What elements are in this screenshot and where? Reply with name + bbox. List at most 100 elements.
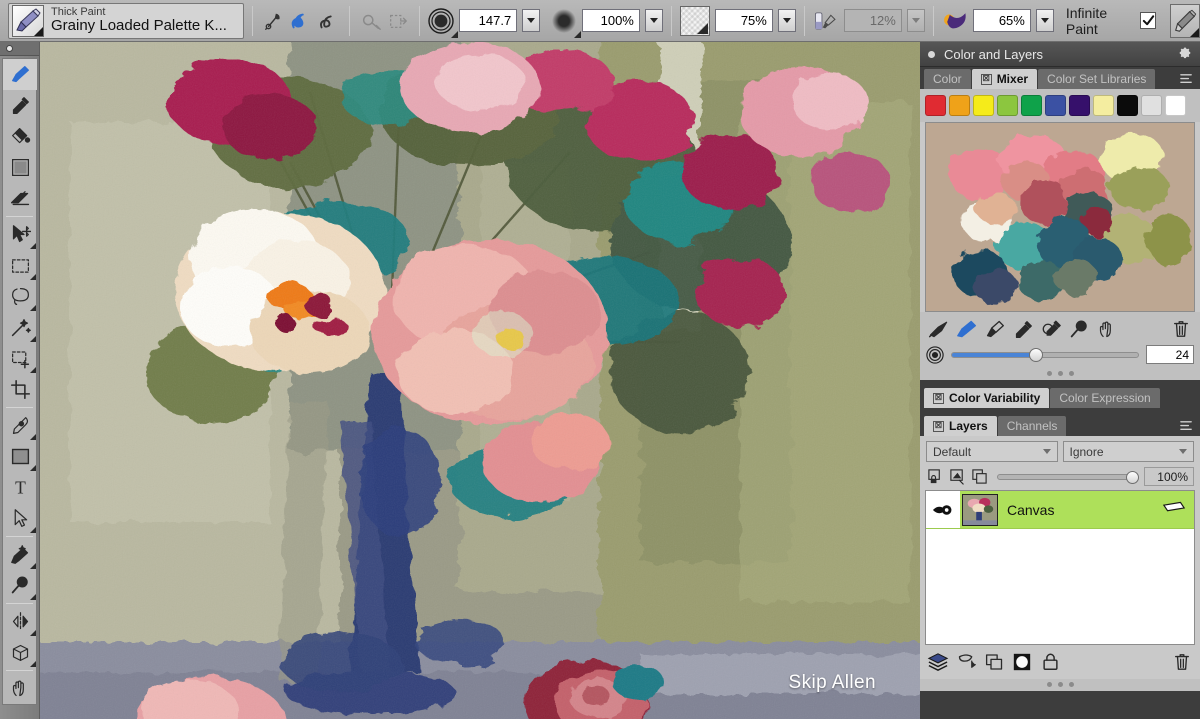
- lock-transparency-icon[interactable]: [926, 467, 945, 486]
- resaturation-input[interactable]: 12%: [844, 9, 902, 32]
- tab-color-expression[interactable]: Color Expression: [1050, 388, 1159, 408]
- grain-control[interactable]: 75%: [680, 6, 796, 36]
- paint-bucket-tool[interactable]: [3, 121, 37, 152]
- freehand-stroke-icon[interactable]: [288, 6, 315, 36]
- dirty-brush-tool[interactable]: [982, 317, 1008, 341]
- repeat-stroke-icon[interactable]: [385, 6, 412, 36]
- pickup-mode-select[interactable]: Ignore: [1063, 441, 1195, 462]
- tool-flyout-arrow-icon[interactable]: [30, 434, 36, 440]
- brush-tool[interactable]: [3, 59, 37, 90]
- tool-flyout-arrow-icon[interactable]: [30, 563, 36, 569]
- magic-wand-tool[interactable]: [3, 312, 37, 343]
- gear-icon[interactable]: [1178, 45, 1192, 64]
- delete-layer-button[interactable]: [1170, 651, 1194, 673]
- layers-resize-dots[interactable]: [920, 679, 1200, 691]
- layer-mask-button[interactable]: [1010, 651, 1034, 673]
- layers-panel-menu-icon[interactable]: [1176, 416, 1196, 435]
- tool-flyout-arrow-icon[interactable]: [30, 465, 36, 471]
- tab-close-icon[interactable]: ☒: [933, 421, 944, 432]
- canvas-area[interactable]: Skip Allen: [40, 42, 920, 719]
- perspective-guides-tool[interactable]: [3, 637, 37, 668]
- palette-knife-tool[interactable]: [926, 317, 952, 341]
- shape-tool[interactable]: [3, 441, 37, 472]
- tab-close-icon[interactable]: ☒: [981, 74, 992, 85]
- bleed-input[interactable]: 65%: [973, 9, 1031, 32]
- tool-flyout-arrow-icon[interactable]: [30, 661, 36, 667]
- dropper-tool[interactable]: [3, 90, 37, 121]
- panel-menu-icon[interactable]: [1176, 69, 1196, 88]
- color-swatch-4[interactable]: [1021, 95, 1042, 116]
- tool-flyout-arrow-icon[interactable]: [30, 274, 36, 280]
- rectangular-selection-tool[interactable]: [3, 250, 37, 281]
- blend-mode-select[interactable]: Default: [926, 441, 1058, 462]
- mixer-zoom-tool[interactable]: [1066, 317, 1092, 341]
- lasso-tool[interactable]: [3, 281, 37, 312]
- brush-size-control[interactable]: 147.7: [428, 8, 540, 34]
- mixer-resize-dots[interactable]: [920, 368, 1200, 380]
- mixer-size-slider[interactable]: [951, 352, 1139, 358]
- eraser-tool-button[interactable]: [1170, 4, 1200, 38]
- color-swatch-10[interactable]: [1165, 95, 1186, 116]
- color-swatch-0[interactable]: [925, 95, 946, 116]
- bleed-control[interactable]: 65%: [942, 8, 1054, 34]
- new-layer-button[interactable]: [926, 651, 950, 673]
- multi-color-dropper-tool[interactable]: [1038, 317, 1064, 341]
- infinite-paint-checkbox[interactable]: [1140, 12, 1155, 29]
- selection-adjuster-tool[interactable]: [3, 343, 37, 374]
- tool-flyout-arrow-icon[interactable]: [30, 630, 36, 636]
- eraser-tool[interactable]: [3, 183, 37, 214]
- color-swatch-7[interactable]: [1093, 95, 1114, 116]
- toolbox-grip[interactable]: [0, 42, 39, 56]
- bleed-dropdown[interactable]: [1036, 9, 1054, 32]
- color-swatch-9[interactable]: [1141, 95, 1162, 116]
- layer-visibility-toggle[interactable]: [926, 491, 960, 528]
- grabber-hand-tool[interactable]: [3, 673, 37, 704]
- resaturation-dropdown[interactable]: [907, 9, 925, 32]
- mirror-painting-tool[interactable]: [3, 606, 37, 637]
- brush-selector[interactable]: Thick Paint Grainy Loaded Palette K...: [8, 3, 244, 39]
- tool-flyout-arrow-icon[interactable]: [30, 243, 36, 249]
- opacity-dropdown[interactable]: [645, 9, 663, 32]
- layer-opacity-slider[interactable]: [997, 474, 1136, 480]
- tool-flyout-arrow-icon[interactable]: [30, 336, 36, 342]
- tab-color-variability[interactable]: ☒Color Variability: [924, 388, 1049, 408]
- opacity-input[interactable]: 100%: [582, 9, 640, 32]
- mixer-pad[interactable]: [925, 122, 1195, 312]
- mixer-dropper-tool[interactable]: [1010, 317, 1036, 341]
- brush-tracking-icon[interactable]: [261, 6, 288, 36]
- mixer-brush-tool[interactable]: [954, 317, 980, 341]
- grain-input[interactable]: 75%: [715, 9, 773, 32]
- layers-lock-icon[interactable]: [970, 467, 989, 486]
- tab-mixer[interactable]: ☒Mixer: [972, 69, 1037, 89]
- tool-flyout-arrow-icon[interactable]: [30, 594, 36, 600]
- lock-layer-button[interactable]: [1038, 651, 1062, 673]
- color-swatch-1[interactable]: [949, 95, 970, 116]
- grain-swatch-icon[interactable]: [680, 6, 710, 36]
- infinite-paint-control[interactable]: Infinite Paint: [1066, 5, 1156, 37]
- opacity-control[interactable]: 100%: [551, 8, 663, 34]
- tab-close-icon[interactable]: ☒: [933, 393, 944, 404]
- gradient-tool[interactable]: [3, 152, 37, 183]
- pen-tool[interactable]: [3, 410, 37, 441]
- crop-tool[interactable]: [3, 374, 37, 405]
- resaturation-control[interactable]: 12%: [813, 8, 925, 34]
- color-swatch-6[interactable]: [1069, 95, 1090, 116]
- panel-titlebar[interactable]: Color and Layers: [920, 42, 1200, 67]
- color-swatch-5[interactable]: [1045, 95, 1066, 116]
- mixer-pan-tool[interactable]: [1094, 317, 1120, 341]
- color-swatch-8[interactable]: [1117, 95, 1138, 116]
- tab-layers[interactable]: ☒Layers: [924, 416, 997, 436]
- record-stroke-icon[interactable]: [358, 6, 385, 36]
- brush-size-input[interactable]: 147.7: [459, 9, 517, 32]
- dynamic-plugin-button[interactable]: [954, 651, 978, 673]
- layer-row[interactable]: Canvas: [926, 491, 1194, 529]
- grain-dropdown[interactable]: [778, 9, 796, 32]
- opacity-dab-icon[interactable]: [551, 8, 577, 34]
- magnifier-tool[interactable]: [3, 570, 37, 601]
- brush-size-dropdown[interactable]: [522, 9, 540, 32]
- layer-adjuster-tool[interactable]: [3, 219, 37, 250]
- tab-channels[interactable]: Channels: [998, 416, 1067, 436]
- brush-size-dab-icon[interactable]: [428, 8, 454, 34]
- color-swatch-3[interactable]: [997, 95, 1018, 116]
- tab-color[interactable]: Color: [924, 69, 971, 89]
